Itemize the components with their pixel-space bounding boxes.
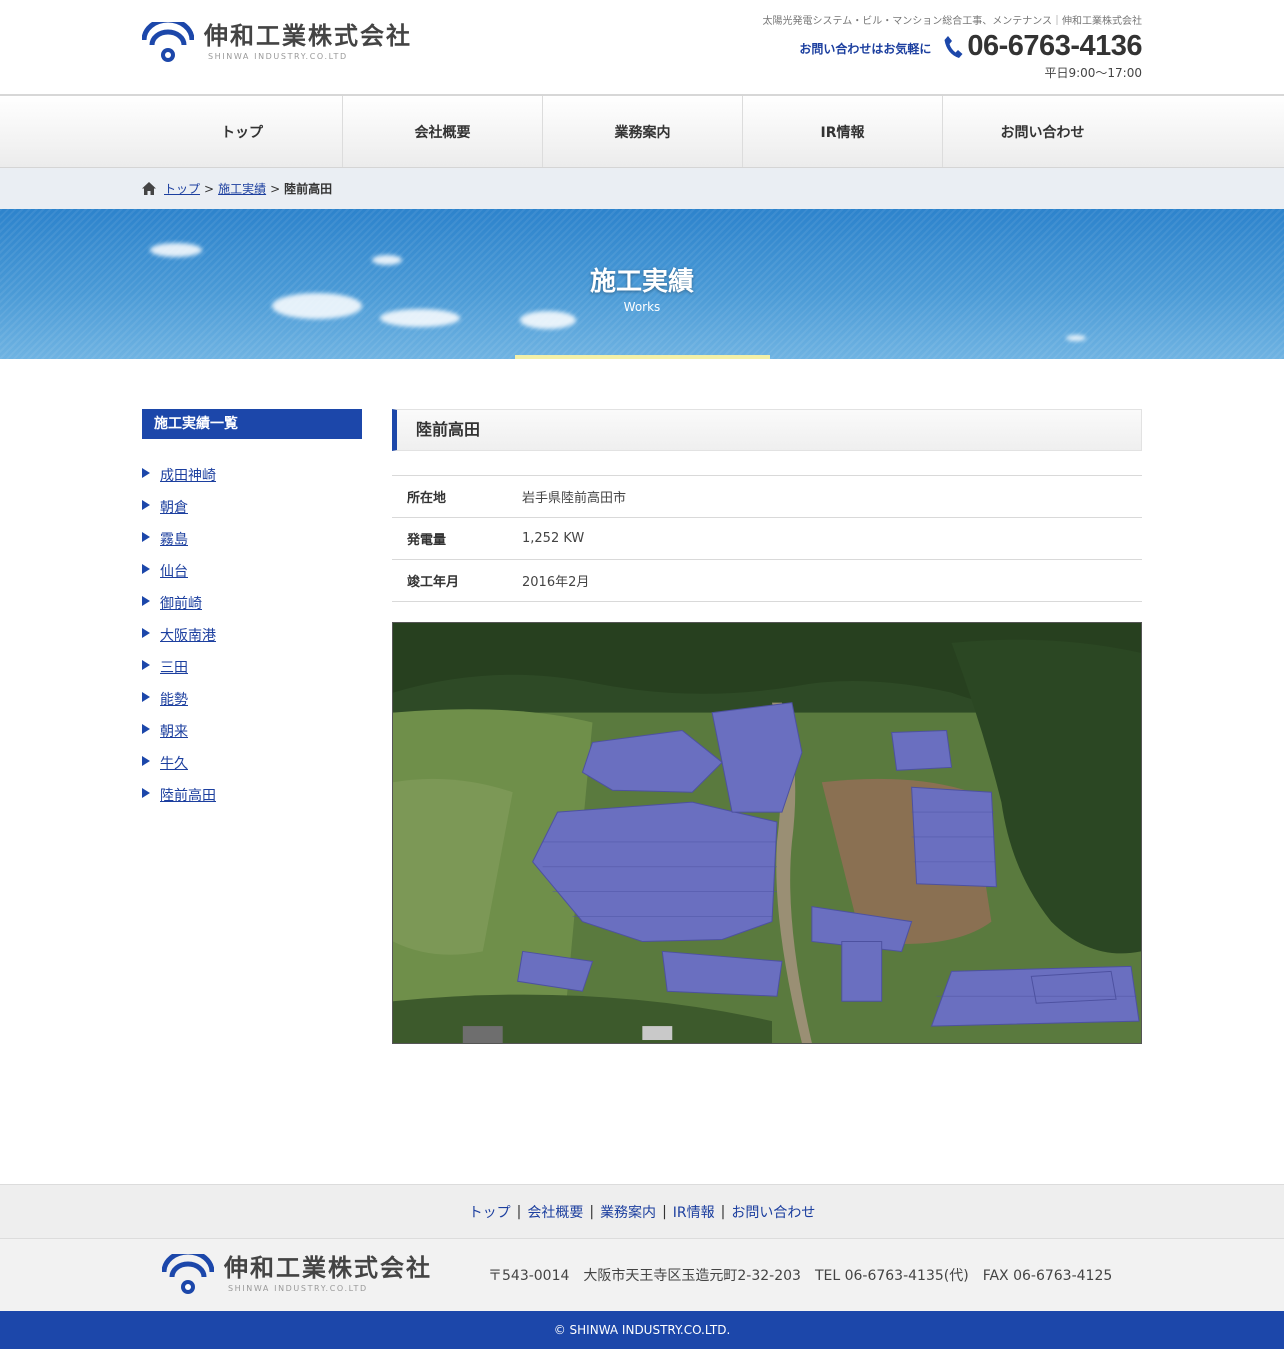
work-title: 陸前高田 [392,409,1142,451]
footer-nav: トップ | 会社概要 | 業務案内 | IR情報 | お問い合わせ [0,1184,1284,1239]
solar-farm-aerial-photo [392,622,1142,1044]
triangle-bullet-icon [142,756,150,766]
sidebar-item-asago[interactable]: 朝来 [142,715,362,747]
spec-value: 1,252 KW [522,531,585,546]
company-address: 〒543-0014 大阪市天王寺区玉造元町2-32-203 TEL 06-676… [488,1268,1113,1284]
breadcrumb-home-link[interactable]: トップ [164,180,200,197]
phone-icon [944,35,963,58]
triangle-bullet-icon [142,692,150,702]
sidebar-item-label[interactable]: 朝来 [160,721,188,741]
sidebar-title: 施工実績一覧 [142,409,362,439]
breadcrumb-separator: > [204,181,215,196]
footer-nav-separator: | [720,1203,726,1220]
triangle-bullet-icon [142,788,150,798]
hero-cloud [150,243,202,257]
triangle-bullet-icon [142,468,150,478]
breadcrumb-parent-link[interactable]: 施工実績 [218,180,266,197]
breadcrumb: トップ > 施工実績 > 陸前高田 [0,168,1284,209]
copyright: © SHINWA INDUSTRY.CO.LTD. [0,1311,1284,1349]
sidebar-item-label[interactable]: 牛久 [160,753,188,773]
page-hero-banner: 施工実績 Works [0,209,1284,359]
sidebar-item-label[interactable]: 能勢 [160,689,188,709]
works-sidebar: 施工実績一覧 成田神崎 朝倉 霧島 仙台 御前崎 大阪南港 三田 能勢 朝来 牛… [142,409,362,1044]
triangle-bullet-icon [142,500,150,510]
work-spec-table: 所在地 岩手県陸前高田市 発電量 1,252 KW 竣工年月 2016年2月 [392,475,1142,602]
triangle-bullet-icon [142,724,150,734]
nav-item-contact[interactable]: お問い合わせ [942,96,1142,167]
home-icon [142,182,156,195]
spec-label: 竣工年月 [407,575,460,590]
sidebar-item-label[interactable]: 御前崎 [160,593,202,613]
sidebar-item-label[interactable]: 仙台 [160,561,188,581]
footer-nav-separator: | [589,1203,595,1220]
work-detail: 陸前高田 所在地 岩手県陸前高田市 発電量 1,252 KW 竣工年月 2016… [392,409,1142,1044]
logo-company-name: 伸和工業株式会社 [224,1254,432,1282]
sidebar-item-label[interactable]: 朝倉 [160,497,188,517]
sidebar-item-label[interactable]: 霧島 [160,529,188,549]
sidebar-item-osaka-nanko[interactable]: 大阪南港 [142,619,362,651]
table-row: 竣工年月 2016年2月 [392,559,1142,602]
logo-company-name-en: SHINWA INDUSTRY.CO.LTD [228,1284,368,1293]
footer-info: 伸和工業株式会社 SHINWA INDUSTRY.CO.LTD 〒543-001… [0,1239,1284,1311]
spec-label: 所在地 [407,491,447,506]
breadcrumb-separator: > [270,181,281,196]
nav-item-ir[interactable]: IR情報 [742,96,942,167]
triangle-bullet-icon [142,564,150,574]
sidebar-item-label[interactable]: 成田神崎 [160,465,216,485]
footer-link-top[interactable]: トップ [469,1202,511,1222]
nav-item-services[interactable]: 業務案内 [542,96,742,167]
spec-value: 岩手県陸前高田市 [522,491,627,506]
sidebar-item-nose[interactable]: 能勢 [142,683,362,715]
sidebar-item-sanda[interactable]: 三田 [142,651,362,683]
site-tagline: 太陽光発電システム・ビル・マンション総合工事、メンテナンス｜伸和工業株式会社 [762,16,1143,27]
logo-wave-icon [142,22,194,62]
sidebar-item-asakura[interactable]: 朝倉 [142,491,362,523]
triangle-bullet-icon [142,532,150,542]
page-subtitle: Works [623,300,661,314]
sidebar-item-label[interactable]: 三田 [160,657,188,677]
table-row: 発電量 1,252 KW [392,517,1142,560]
sidebar-item-kirishima[interactable]: 霧島 [142,523,362,555]
header-contact: お問い合わせはお気軽に 06-6763-4136 [799,30,1142,63]
breadcrumb-current: 陸前高田 [284,182,333,196]
site-header: 伸和工業株式会社 SHINWA INDUSTRY.CO.LTD 太陽光発電システ… [0,0,1284,96]
table-row: 所在地 岩手県陸前高田市 [392,475,1142,518]
footer-link-contact[interactable]: お問い合わせ [731,1202,815,1222]
footer-link-ir[interactable]: IR情報 [673,1202,715,1222]
spec-label: 発電量 [407,533,447,548]
sidebar-item-rikuzentakata[interactable]: 陸前高田 [142,779,362,811]
triangle-bullet-icon [142,596,150,606]
sidebar-item-omaezaki[interactable]: 御前崎 [142,587,362,619]
footer-logo[interactable]: 伸和工業株式会社 SHINWA INDUSTRY.CO.LTD [162,1254,432,1296]
logo-wave-icon [162,1254,214,1294]
footer-nav-separator: | [516,1203,522,1220]
nav-item-top[interactable]: トップ [142,96,342,167]
nav-item-company[interactable]: 会社概要 [342,96,542,167]
triangle-bullet-icon [142,660,150,670]
footer-link-services[interactable]: 業務案内 [600,1202,656,1222]
page-title: 施工実績 [589,267,694,297]
sidebar-item-label[interactable]: 陸前高田 [160,785,216,805]
sidebar-item-sendai[interactable]: 仙台 [142,555,362,587]
main-content: 施工実績一覧 成田神崎 朝倉 霧島 仙台 御前崎 大阪南港 三田 能勢 朝来 牛… [0,359,1284,1184]
phone-number[interactable]: 06-6763-4136 [967,30,1142,63]
logo-company-name: 伸和工業株式会社 [204,22,412,50]
site-logo[interactable]: 伸和工業株式会社 SHINWA INDUSTRY.CO.LTD [142,22,412,64]
spec-value: 2016年2月 [522,575,590,590]
footer-link-company[interactable]: 会社概要 [527,1202,583,1222]
sidebar-item-narita[interactable]: 成田神崎 [142,459,362,491]
sidebar-item-ushiku[interactable]: 牛久 [142,747,362,779]
global-nav: トップ 会社概要 業務案内 IR情報 お問い合わせ [0,96,1284,168]
logo-company-name-en: SHINWA INDUSTRY.CO.LTD [208,52,348,61]
footer-nav-separator: | [662,1203,667,1220]
business-hours: 平日9:00～17:00 [1044,66,1142,80]
sidebar-item-label[interactable]: 大阪南港 [160,625,216,645]
contact-lead: お問い合わせはお気軽に [799,41,932,56]
hero-cloud [1066,335,1086,341]
triangle-bullet-icon [142,628,150,638]
